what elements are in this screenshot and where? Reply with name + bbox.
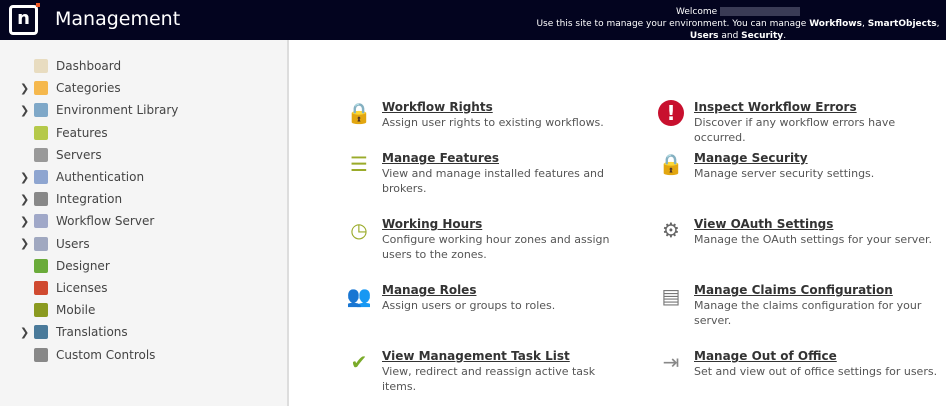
sidebar-item-label: Authentication: [56, 170, 145, 184]
workflow-server-icon: [34, 214, 48, 229]
chevron-right-icon[interactable]: ❯: [20, 171, 32, 184]
card-manage-roles: 👥 Manage Roles Assign users or groups to r…: [346, 283, 632, 313]
kw-smartobjects: SmartObjects: [867, 19, 937, 29]
tools-icon: [34, 347, 48, 362]
sidebar-item-integration[interactable]: ❯ Integration: [20, 189, 122, 209]
card-description: Discover if any workflow errors have occ…: [694, 116, 896, 144]
sidebar-item-authentication[interactable]: ❯ Authentication: [20, 167, 144, 187]
card-view-management-task-list: ✔ View Management Task List View, redirect…: [346, 349, 632, 394]
sidebar-item-licenses[interactable]: Licenses: [20, 278, 108, 298]
server-icon: [34, 147, 48, 162]
welcome-banner: Welcome Use this site to manage your env…: [0, 6, 946, 42]
sidebar-item-categories[interactable]: ❯ Categories: [20, 78, 121, 98]
card-title-link[interactable]: Manage Features: [382, 151, 632, 166]
sidebar-item-designer[interactable]: Designer: [20, 256, 110, 276]
oauth-icon: ⚙: [662, 218, 680, 242]
card-title-link[interactable]: Manage Security: [694, 151, 944, 166]
task-list-icon: ✔: [350, 350, 368, 374]
sidebar-item-label: Licenses: [56, 281, 108, 295]
card-description: Manage the claims configuration for your…: [694, 299, 922, 327]
card-manage-out-of-office: ⇥ Manage Out of Office Set and view out of…: [658, 349, 944, 379]
sidebar-item-label: Designer: [56, 258, 110, 273]
chevron-right-icon[interactable]: ❯: [20, 82, 32, 95]
header: n Management Welcome Use this site to ma…: [0, 0, 946, 42]
sidebar-item-translations[interactable]: ❯ Translations: [20, 322, 128, 342]
sidebar-item-label: Features: [56, 125, 108, 140]
sidebar-item-label: Mobile: [56, 303, 96, 318]
sidebar-item-label: Workflow Server: [56, 214, 155, 229]
sidebar-item-label: Custom Controls: [56, 347, 156, 362]
chevron-right-icon[interactable]: ❯: [20, 326, 32, 339]
card-title-link[interactable]: Manage Claims Configuration: [694, 283, 944, 298]
card-title-link[interactable]: Manage Out of Office: [694, 349, 944, 364]
puzzle-icon: [34, 192, 48, 207]
sidebar-item-label: Servers: [56, 147, 102, 162]
sidebar-item-mobile[interactable]: Mobile: [20, 300, 95, 320]
features-icon: [34, 125, 48, 140]
sidebar-item-custom-controls[interactable]: Custom Controls: [20, 345, 155, 365]
chevron-right-icon[interactable]: ❯: [20, 193, 32, 206]
error-icon: !: [658, 100, 684, 126]
sidebar-item-features[interactable]: Features: [20, 123, 108, 143]
card-description: Assign users or groups to roles.: [382, 299, 556, 312]
intro-text: Use this site to manage your environment…: [536, 19, 810, 29]
library-icon: [34, 103, 48, 118]
card-description: Manage the OAuth settings for your serve…: [694, 233, 933, 246]
card-description: Configure working hour zones and assign …: [382, 233, 610, 261]
card-description: View and manage installed features and b…: [382, 167, 605, 195]
toggle-icon: ☰: [350, 152, 368, 176]
claims-icon: ▤: [661, 284, 681, 308]
user-name-redacted: [720, 7, 801, 16]
sidebar-item-workflow-server[interactable]: ❯ Workflow Server: [20, 211, 154, 231]
card-working-hours: ◷ Working Hours Configure working hour zon…: [346, 217, 632, 262]
lock-icon: 🔒: [658, 152, 684, 176]
roles-icon: 👥: [346, 284, 372, 308]
mobile-icon: [34, 303, 48, 318]
folder-icon: [34, 81, 48, 96]
card-workflow-rights: 🔒 Workflow Rights Assign user rights to ex…: [346, 100, 632, 130]
sidebar-item-label: Environment Library: [56, 103, 179, 118]
card-title-link[interactable]: Working Hours: [382, 217, 632, 232]
sidebar-item-environment-library[interactable]: ❯ Environment Library: [20, 100, 178, 120]
kw-workflows: Workflows: [809, 19, 862, 29]
card-title-link[interactable]: Manage Roles: [382, 283, 632, 298]
card-description: View, redirect and reassign active task …: [382, 365, 596, 393]
card-title-link[interactable]: Inspect Workflow Errors: [694, 100, 944, 115]
sidebar-item-label: Users: [56, 236, 90, 251]
sidebar: Dashboard ❯ Categories ❯ Environment Library…: [0, 40, 289, 406]
clock-icon: ◷: [350, 218, 368, 242]
key-icon: [34, 170, 48, 184]
lock-icon: 🔒: [346, 101, 372, 125]
globe-icon: [34, 325, 48, 340]
license-icon: [34, 281, 48, 295]
sep: ,: [936, 19, 940, 29]
card-manage-features: ☰ Manage Features View and manage installe…: [346, 151, 632, 196]
out-of-office-icon: ⇥: [662, 350, 680, 374]
chevron-right-icon[interactable]: ❯: [20, 104, 32, 117]
user-icon: [34, 236, 48, 251]
card-title-link[interactable]: Workflow Rights: [382, 100, 632, 115]
card-view-oauth-settings: ⚙ View OAuth Settings Manage the OAuth set…: [658, 217, 944, 247]
sidebar-item-users[interactable]: ❯ Users: [20, 234, 90, 254]
card-title-link[interactable]: View OAuth Settings: [694, 217, 944, 232]
sidebar-item-label: Categories: [56, 81, 121, 96]
welcome-label: Welcome: [675, 7, 718, 17]
sidebar-item-servers[interactable]: Servers: [20, 145, 102, 165]
card-title-link[interactable]: View Management Task List: [382, 349, 632, 364]
card-description: Manage server security settings.: [694, 167, 875, 180]
sidebar-item-dashboard[interactable]: Dashboard: [20, 56, 121, 76]
card-manage-security: 🔒 Manage Security Manage server security s…: [658, 151, 944, 181]
card-description: Assign user rights to existing workflows…: [382, 116, 604, 129]
card-inspect-workflow-errors: ! Inspect Workflow Errors Discover if any …: [658, 100, 944, 145]
card-manage-claims-configuration: ▤ Manage Claims Configuration Manage the c…: [658, 283, 944, 328]
sidebar-item-label: Translations: [56, 325, 128, 340]
card-description: Set and view out of office settings for …: [694, 365, 938, 378]
chevron-right-icon[interactable]: ❯: [20, 215, 32, 228]
dashboard-icon: [34, 59, 48, 73]
main-content: 🔒 Workflow Rights Assign user rights to ex…: [291, 40, 946, 406]
sidebar-item-label: Dashboard: [56, 59, 122, 73]
chevron-right-icon[interactable]: ❯: [20, 237, 32, 250]
sidebar-item-label: Integration: [56, 192, 123, 207]
designer-icon: [34, 258, 48, 273]
